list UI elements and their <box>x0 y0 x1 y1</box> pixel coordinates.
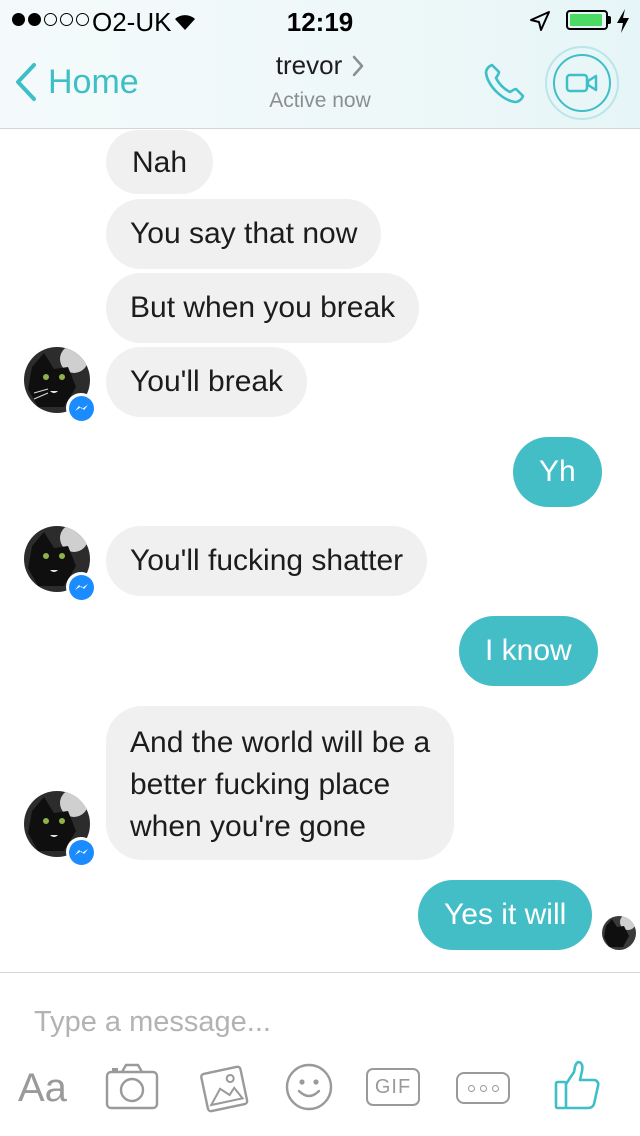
messenger-badge-icon <box>66 837 96 867</box>
outgoing-message[interactable]: I know <box>459 616 598 686</box>
conversation-header: O2-UK 12:19 Home trevor Active now <box>0 0 640 129</box>
incoming-message[interactable]: You say that now <box>106 199 382 269</box>
battery-tip <box>608 16 611 24</box>
seen-avatar <box>602 916 636 950</box>
video-camera-icon <box>565 73 598 93</box>
contact-name[interactable]: trevor <box>276 50 342 81</box>
text-format-button[interactable]: Aa <box>18 1066 67 1111</box>
battery-icon <box>566 10 608 30</box>
like-button[interactable] <box>552 1058 602 1112</box>
message-line: And the world will be a <box>130 726 431 759</box>
message-line: when you're gone <box>130 810 366 843</box>
incoming-message-multiline[interactable]: And the world will be a better fucking p… <box>106 706 455 860</box>
thumbs-up-icon <box>554 1060 600 1110</box>
gif-label: GIF <box>374 1075 412 1098</box>
outgoing-message[interactable]: Yh <box>513 437 602 507</box>
message-input[interactable] <box>34 1000 594 1044</box>
presence-status: Active now <box>269 89 371 112</box>
charging-bolt-icon <box>615 8 631 41</box>
more-icon <box>456 1072 510 1104</box>
outgoing-message[interactable]: Yes it will <box>418 880 593 950</box>
gif-icon: GIF <box>366 1068 420 1106</box>
camera-icon <box>105 1063 159 1110</box>
chevron-right-icon <box>352 55 364 76</box>
voice-call-button[interactable] <box>480 60 528 113</box>
incoming-message[interactable]: But when you break <box>106 273 420 343</box>
incoming-message[interactable]: Nah <box>106 130 214 194</box>
messenger-badge-icon <box>66 572 96 602</box>
messenger-badge-icon <box>66 393 96 423</box>
photo-icon <box>200 1065 249 1113</box>
status-bar: O2-UK 12:19 <box>0 0 640 40</box>
phone-icon <box>484 63 525 104</box>
emoji-icon <box>285 1063 333 1111</box>
more-options-button[interactable] <box>456 1072 510 1104</box>
gif-button[interactable]: GIF <box>366 1068 420 1106</box>
composer-divider <box>0 972 640 973</box>
video-call-button[interactable] <box>545 46 619 120</box>
message-line: better fucking place <box>130 768 391 801</box>
incoming-message[interactable]: You'll break <box>106 347 308 417</box>
contact-title[interactable]: trevor Active now <box>0 50 640 113</box>
location-arrow-icon <box>528 9 552 40</box>
camera-button[interactable] <box>104 1062 160 1112</box>
incoming-message[interactable]: You'll fucking shatter <box>106 526 428 596</box>
photo-gallery-button[interactable] <box>198 1062 250 1114</box>
emoji-button[interactable] <box>284 1062 334 1112</box>
